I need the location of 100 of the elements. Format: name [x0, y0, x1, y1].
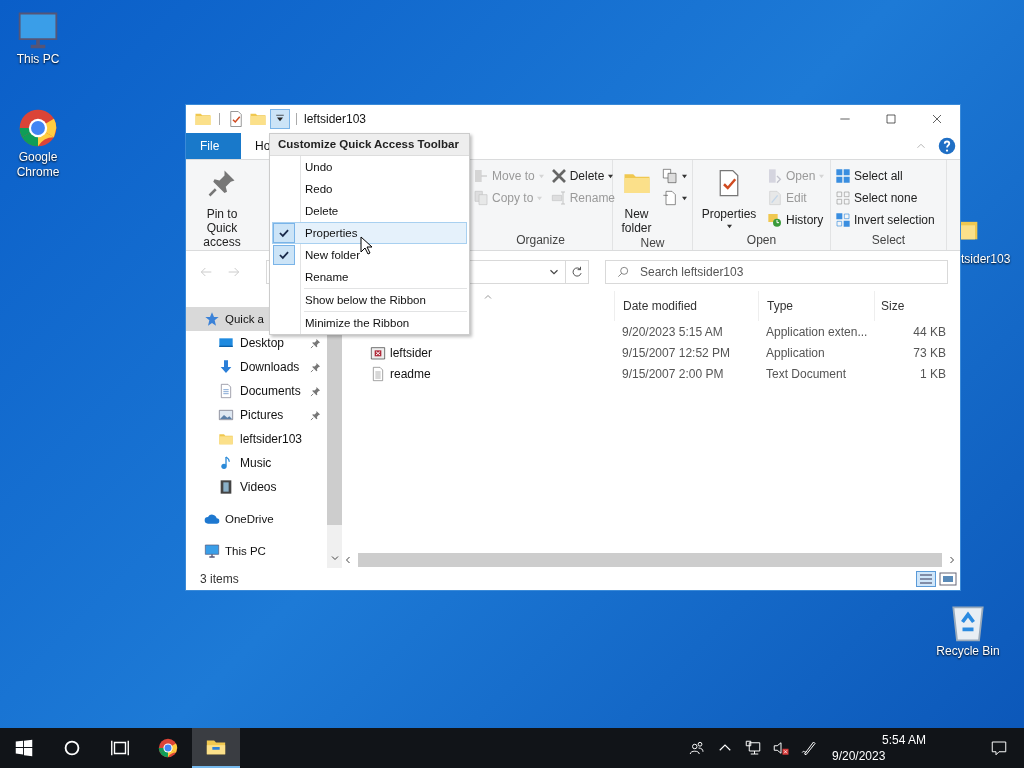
search-field[interactable]: Search leftsider103 [605, 260, 948, 284]
history-icon [767, 212, 783, 228]
window-title: leftsider103 [304, 112, 367, 126]
caret-icon [681, 173, 688, 179]
windows-icon[interactable] [13, 737, 35, 759]
ribbon-group-label: Select [870, 232, 907, 249]
ribbon-button[interactable]: Pin to Quick access [190, 162, 254, 250]
copy-icon [473, 190, 489, 206]
ribbon-tab[interactable]: File [186, 133, 241, 159]
clock-date[interactable]: 9/20/2023 [832, 748, 976, 764]
navigation-item[interactable]: Documents [186, 379, 327, 403]
ribbon-button[interactable]: Delete [550, 168, 616, 184]
muted-speaker-icon[interactable] [772, 739, 790, 757]
navigation-item[interactable]: Desktop [186, 331, 327, 355]
delete-icon [550, 168, 567, 184]
menu-title: Customize Quick Access Toolbar [270, 134, 469, 156]
navigation-item[interactable]: Videos [186, 475, 327, 499]
desktop-icon-label[interactable]: tsider103 [961, 252, 1011, 267]
document-icon [662, 190, 678, 206]
column-header[interactable]: Type [758, 291, 874, 321]
ribbon-group-label: Open [745, 232, 778, 249]
scrollbar-thumb[interactable] [358, 553, 942, 567]
document-icon [218, 383, 234, 399]
ribbon-button[interactable]: Select none [835, 190, 935, 206]
ribbon-group-label: New [639, 235, 666, 251]
film-icon [218, 479, 234, 495]
ribbon-button[interactable]: New folder [617, 162, 656, 235]
dropdown-icon[interactable] [271, 110, 289, 128]
application-icon [370, 344, 386, 361]
grid-icon [835, 212, 851, 228]
caret-icon [537, 173, 545, 179]
menu-item[interactable]: Undo [272, 156, 467, 178]
navigation-item[interactable]: OneDrive [186, 507, 327, 531]
desktop-icon-label[interactable]: Google Chrome [0, 150, 76, 180]
copy-icon [662, 168, 678, 184]
clock-time[interactable]: 5:54 AM [882, 732, 926, 748]
table-cell-text: Application [765, 345, 826, 360]
navigation-item[interactable]: Downloads [186, 355, 327, 379]
checklist-icon[interactable] [227, 110, 245, 128]
item-count: 3 items [200, 572, 239, 586]
navigation-item[interactable]: leftsider103 [186, 427, 327, 451]
caret-icon [818, 173, 826, 179]
table-cell-text: 73 KB [912, 345, 947, 360]
monitor-icon [204, 543, 220, 559]
column-header[interactable]: Size [874, 291, 952, 321]
navigation-item[interactable]: Pictures [186, 403, 327, 427]
help-icon[interactable] [938, 137, 956, 155]
table-cell-text: 1 KB [919, 366, 947, 381]
table-cell-text: 44 KB [912, 324, 947, 339]
column-header[interactable]: Date modified [614, 291, 758, 321]
edit-icon [767, 190, 783, 206]
ribbon-button[interactable]: Select all [835, 168, 935, 184]
table-cell-text: 9/15/2007 2:00 PM [621, 366, 725, 381]
file-name[interactable]: leftsider [390, 345, 433, 360]
search-icon [616, 265, 630, 279]
folder-icon [218, 431, 234, 447]
table-cell-text: Application exten... [765, 324, 869, 339]
table-cell-text: Text Document [765, 366, 848, 381]
rename-icon [550, 190, 567, 206]
download-icon [218, 359, 234, 375]
large-icons-view-icon[interactable] [938, 571, 958, 587]
desktop-icon-label[interactable]: This PC [16, 52, 60, 67]
desktop-icon-label[interactable]: Recycle Bin [936, 644, 1000, 659]
menu-item[interactable]: Rename [272, 266, 467, 288]
navigation-item[interactable]: This PC [186, 539, 327, 563]
move-icon [473, 168, 489, 184]
pen-icon[interactable] [800, 739, 818, 757]
search-input[interactable]: Search leftsider103 [638, 264, 947, 280]
text-file-icon [370, 365, 386, 382]
ribbon-button[interactable]: Invert selection [835, 212, 935, 228]
ribbon-group-label: Organize [515, 232, 566, 249]
menu-item[interactable]: Properties [272, 222, 467, 244]
network-icon[interactable] [744, 739, 762, 757]
ribbon-button[interactable]: Properties [697, 162, 761, 232]
grid-icon [835, 190, 851, 206]
pictures-icon [218, 407, 234, 423]
caret-icon [536, 195, 544, 201]
details-view-icon[interactable] [916, 571, 936, 587]
navigation-item[interactable]: Music [186, 451, 327, 475]
file-name[interactable]: readme [390, 366, 431, 381]
caret-icon [607, 173, 615, 179]
open-icon [767, 168, 783, 184]
refresh-icon [570, 265, 584, 279]
caret-icon [725, 224, 733, 229]
ribbon-button[interactable] [662, 190, 688, 206]
table-cell-text: 9/15/2007 12:52 PM [621, 345, 732, 360]
table-cell-text: 9/20/2023 5:15 AM [621, 324, 724, 339]
ribbon-button[interactable]: History [767, 212, 826, 228]
caret-icon [681, 195, 688, 201]
mouse-cursor-icon [360, 236, 372, 256]
menu-item[interactable]: Redo [272, 178, 467, 200]
refresh-button[interactable] [565, 260, 589, 284]
ribbon-button[interactable] [662, 168, 688, 184]
maximize-icon[interactable] [883, 111, 899, 127]
people-icon[interactable] [688, 739, 706, 757]
browser-icon[interactable] [157, 737, 179, 759]
star-icon [204, 311, 220, 327]
menu-item[interactable]: New folder [272, 244, 467, 266]
notification-icon[interactable] [990, 739, 1008, 757]
menu-item[interactable]: Delete [272, 200, 467, 222]
